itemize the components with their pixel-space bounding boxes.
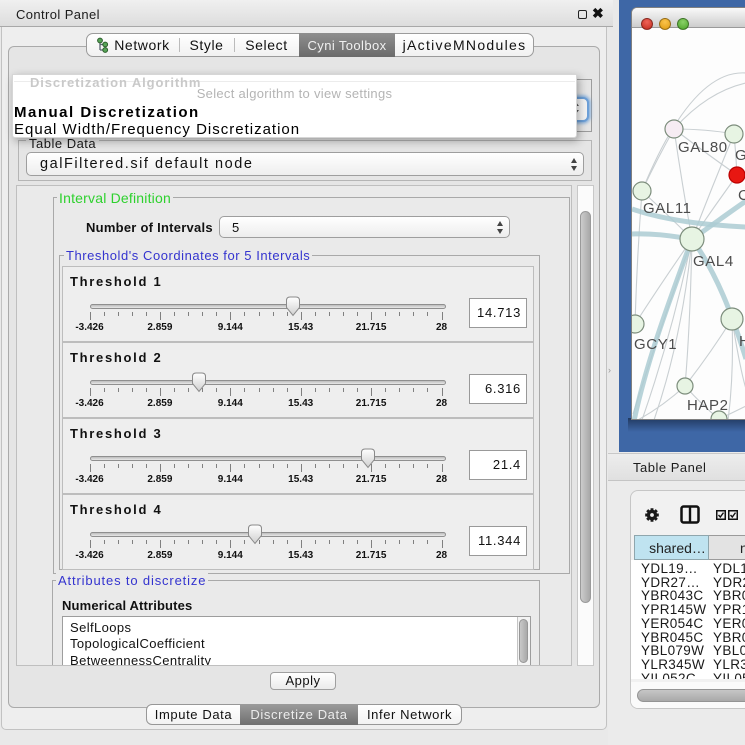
svg-text:GCY1: GCY1 <box>634 336 677 353</box>
svg-text:GAL80: GAL80 <box>678 139 728 156</box>
svg-text:HAP2: HAP2 <box>687 397 729 414</box>
svg-text:GAL11: GAL11 <box>643 200 692 217</box>
svg-text:GA: GA <box>735 147 745 164</box>
svg-text:H: H <box>739 333 745 350</box>
svg-text:C: C <box>738 187 745 204</box>
svg-text:GAL4: GAL4 <box>693 253 734 270</box>
